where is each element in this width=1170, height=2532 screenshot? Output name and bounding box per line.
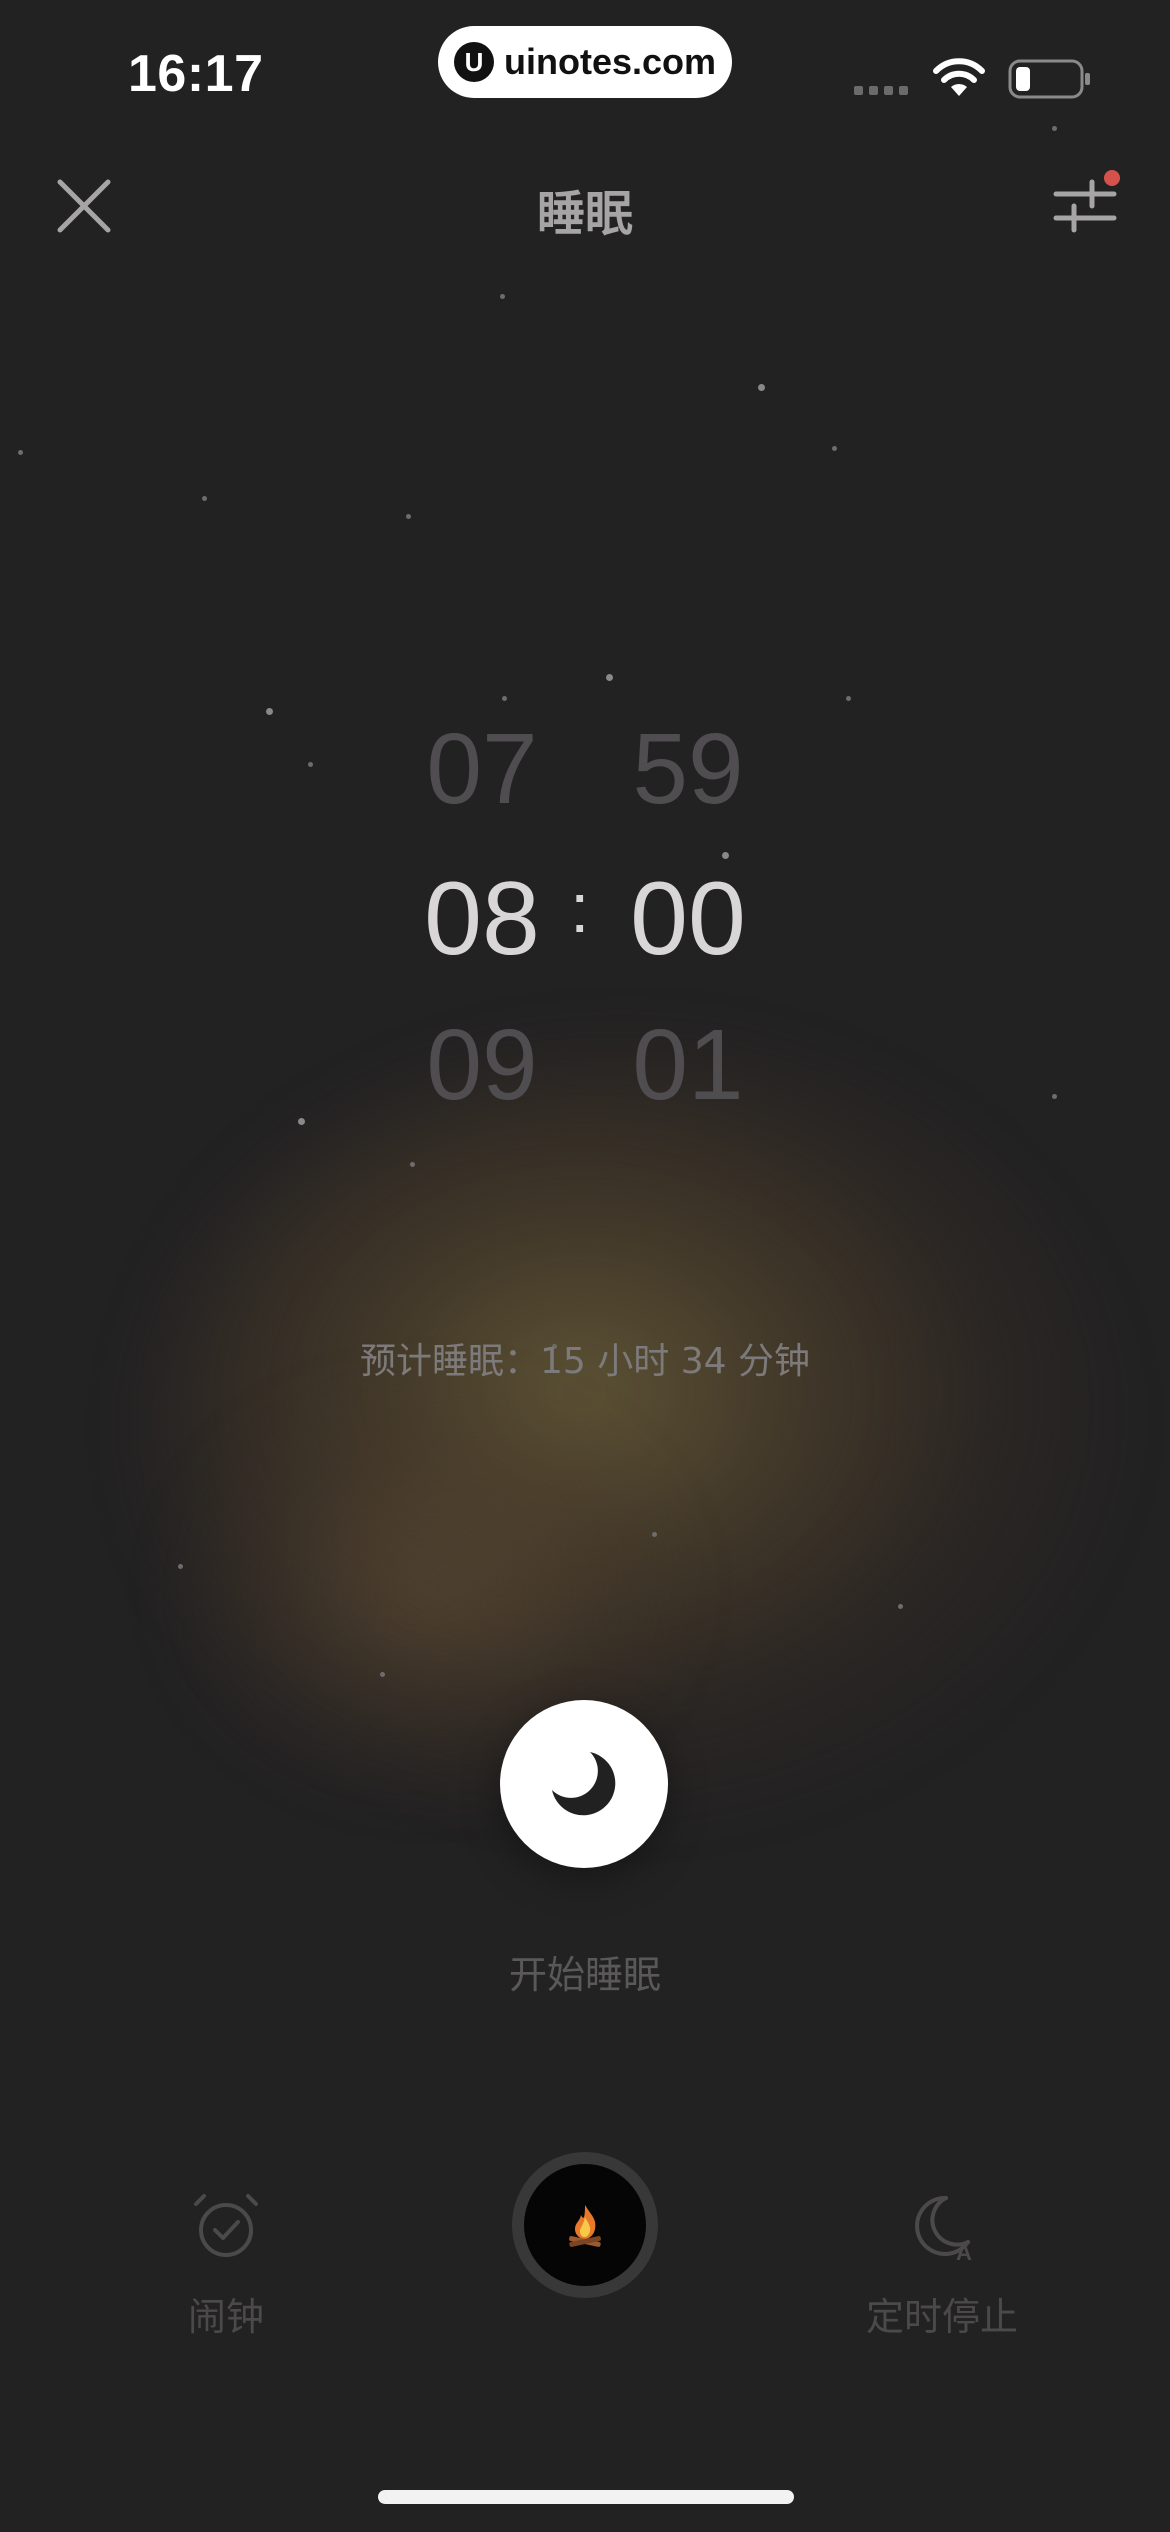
page-title: 睡眠 [536, 186, 633, 242]
time-separator: : [570, 869, 590, 947]
hour-selected[interactable]: 08 [392, 860, 572, 979]
battery-icon [1008, 59, 1090, 99]
notification-dot [1104, 170, 1120, 186]
campfire-icon [569, 2205, 601, 2247]
start-sleep-button[interactable] [500, 1700, 668, 1868]
minute-next[interactable]: 01 [598, 1008, 778, 1123]
status-time: 16:17 [128, 45, 264, 103]
minute-previous[interactable]: 59 [598, 712, 778, 827]
timer-badge: A [956, 2240, 972, 2262]
alarm-clock-icon[interactable] [190, 2190, 262, 2262]
sleep-estimate: 预计睡眠：15 小时 34 分钟 [360, 1341, 810, 1382]
sound-scene-button[interactable] [512, 2152, 658, 2298]
watermark-text: uinotes.com [504, 41, 717, 82]
moon-icon [552, 1752, 616, 1816]
start-sleep-label: 开始睡眠 [508, 1953, 661, 1997]
signal-icon [854, 86, 908, 95]
timer-stop-label[interactable]: 定时停止 [822, 2286, 1062, 2341]
hour-previous[interactable]: 07 [392, 712, 572, 827]
watermark-logo-icon: U [454, 42, 494, 82]
alarm-label[interactable]: 闹钟 [130, 2286, 322, 2341]
sound-scene-inner [524, 2164, 646, 2286]
hour-next[interactable]: 09 [392, 1008, 572, 1123]
home-indicator[interactable] [378, 2490, 794, 2504]
watermark-badge: U uinotes.com [438, 26, 732, 98]
sleep-screen: 16:17 U uinotes.com 睡眠 07 59 08 : 00 09 [0, 0, 1170, 2532]
wifi-icon [933, 58, 985, 96]
moon-timer-icon[interactable]: A [906, 2190, 978, 2262]
minute-selected[interactable]: 00 [598, 860, 778, 979]
